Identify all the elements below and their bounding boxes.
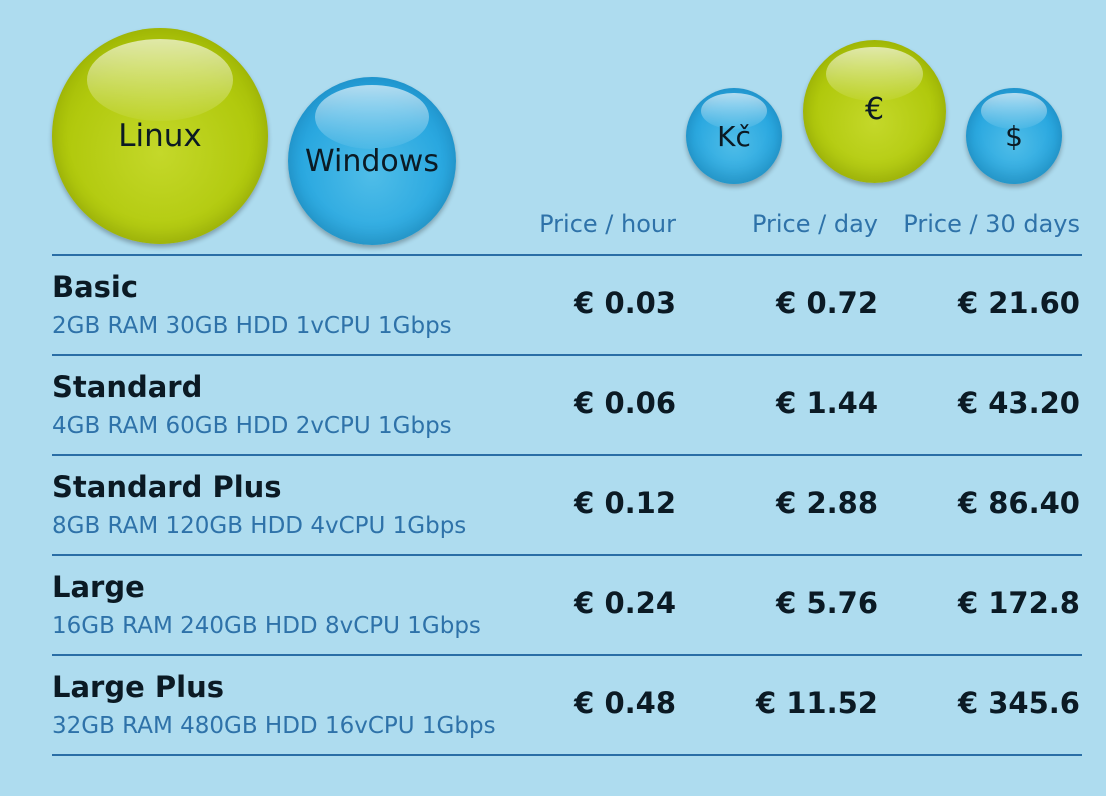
plan-name: Standard Plus [52,470,282,504]
os-windows-button[interactable]: Windows [288,77,456,245]
price-hour: € 0.48 [574,686,676,720]
plan-row-basic: Basic 2GB RAM 30GB HDD 1vCPU 1Gbps € 0.0… [52,256,1082,356]
plan-specs: 32GB RAM 480GB HDD 16vCPU 1Gbps [52,713,496,739]
plan-row-standard: Standard 4GB RAM 60GB HDD 2vCPU 1Gbps € … [52,356,1082,456]
os-linux-label: Linux [118,118,202,154]
price-30-days: € 21.60 [957,286,1080,320]
price-hour: € 0.12 [574,486,676,520]
plan-row-large-plus: Large Plus 32GB RAM 480GB HDD 16vCPU 1Gb… [52,656,1082,756]
currency-eur-button[interactable]: € [803,40,946,183]
currency-eur-label: € [864,92,885,127]
price-hour: € 0.24 [574,586,676,620]
plan-name: Large [52,570,145,604]
price-hour: € 0.03 [574,286,676,320]
price-hour: € 0.06 [574,386,676,420]
price-day: € 2.88 [776,486,878,520]
plan-specs: 8GB RAM 120GB HDD 4vCPU 1Gbps [52,513,467,539]
currency-czk-button[interactable]: Kč [686,88,782,184]
plan-name: Basic [52,270,139,304]
currency-czk-label: Kč [717,119,751,153]
os-windows-label: Windows [305,143,439,179]
plan-specs: 16GB RAM 240GB HDD 8vCPU 1Gbps [52,613,481,639]
currency-usd-label: $ [1005,119,1023,153]
pricing-panel: Linux Windows Kč € $ Price / hour Price … [0,0,1106,796]
plan-row-large: Large 16GB RAM 240GB HDD 8vCPU 1Gbps € 0… [52,556,1082,656]
column-header-hour: Price / hour [539,210,676,238]
price-30-days: € 345.6 [957,686,1080,720]
plan-specs: 2GB RAM 30GB HDD 1vCPU 1Gbps [52,313,452,339]
column-header-30-days: Price / 30 days [903,210,1080,238]
price-day: € 5.76 [776,586,878,620]
price-day: € 1.44 [776,386,878,420]
currency-usd-button[interactable]: $ [966,88,1062,184]
price-30-days: € 43.20 [957,386,1080,420]
price-30-days: € 86.40 [957,486,1080,520]
price-day: € 0.72 [776,286,878,320]
price-day: € 11.52 [755,686,878,720]
os-linux-button[interactable]: Linux [52,28,268,244]
plan-specs: 4GB RAM 60GB HDD 2vCPU 1Gbps [52,413,452,439]
plan-row-standard-plus: Standard Plus 8GB RAM 120GB HDD 4vCPU 1G… [52,456,1082,556]
column-header-day: Price / day [751,210,878,238]
price-30-days: € 172.8 [957,586,1080,620]
plan-name: Standard [52,370,203,404]
plan-name: Large Plus [52,670,224,704]
